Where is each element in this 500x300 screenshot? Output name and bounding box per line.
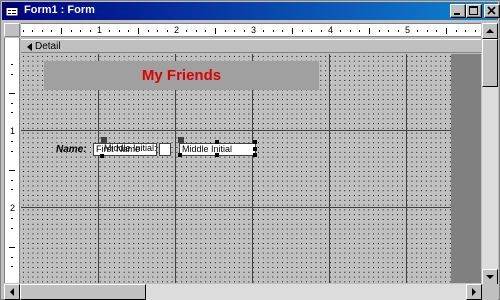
vertical-scrollbar[interactable] bbox=[482, 23, 498, 285]
maximize-icon bbox=[469, 6, 478, 15]
heading-text: My Friends bbox=[141, 67, 222, 84]
move-handle[interactable] bbox=[101, 137, 107, 143]
grid-line bbox=[406, 54, 407, 283]
ruler-number: 5 bbox=[405, 25, 411, 35]
ruler-ticks bbox=[9, 64, 15, 267]
grid-line bbox=[21, 207, 451, 208]
arrow-down-icon bbox=[486, 275, 494, 279]
grid-line bbox=[21, 130, 451, 131]
small-textbox[interactable] bbox=[159, 143, 171, 156]
horizontal-scrollbar[interactable] bbox=[4, 284, 482, 300]
minimize-icon bbox=[454, 13, 460, 15]
scroll-left-button[interactable] bbox=[4, 284, 20, 300]
resize-handle[interactable] bbox=[100, 154, 104, 158]
scroll-up-button[interactable] bbox=[482, 23, 498, 39]
scroll-down-button[interactable] bbox=[482, 269, 498, 285]
middle-initial-label-overlap[interactable]: Middle Initial: bbox=[102, 143, 157, 156]
vertical-scroll-thumb[interactable] bbox=[482, 39, 498, 87]
grid-line bbox=[329, 54, 330, 283]
title-bar[interactable]: Form1 : Form bbox=[2, 2, 500, 20]
maximize-button[interactable] bbox=[466, 4, 482, 18]
resize-handle[interactable] bbox=[253, 140, 257, 144]
form-design-window: Form1 : Form 1 2 3 4 5 1 2 Detail My Fri… bbox=[0, 0, 500, 300]
name-label[interactable]: Name: bbox=[56, 144, 87, 155]
ruler-number: 4 bbox=[328, 25, 334, 35]
horizontal-ruler[interactable]: 1 2 3 4 5 bbox=[21, 23, 481, 37]
resize-handle[interactable] bbox=[253, 153, 257, 157]
size-grip[interactable] bbox=[482, 284, 498, 300]
ruler-number: 2 bbox=[174, 25, 180, 35]
arrow-up-icon bbox=[486, 29, 494, 33]
resize-handle[interactable] bbox=[178, 153, 182, 157]
detail-section-header[interactable]: Detail bbox=[21, 39, 481, 53]
window-title: Form1 : Form bbox=[24, 4, 95, 16]
form-outside-area bbox=[451, 54, 481, 283]
section-label: Detail bbox=[35, 41, 61, 52]
horizontal-scroll-thumb[interactable] bbox=[20, 284, 146, 300]
minimize-button[interactable] bbox=[450, 4, 466, 18]
ruler-number: 1 bbox=[97, 25, 103, 35]
vertical-ruler[interactable]: 1 2 bbox=[4, 38, 20, 283]
close-button[interactable] bbox=[484, 4, 500, 18]
move-handle[interactable] bbox=[178, 137, 184, 143]
resize-handle[interactable] bbox=[253, 147, 257, 151]
resize-handle[interactable] bbox=[215, 140, 219, 144]
section-arrow-icon bbox=[27, 43, 32, 51]
close-icon bbox=[487, 6, 496, 15]
scroll-right-button[interactable] bbox=[466, 284, 482, 300]
ruler-number: 2 bbox=[10, 203, 16, 213]
form-icon[interactable] bbox=[5, 4, 19, 18]
ruler-number: 3 bbox=[251, 25, 257, 35]
resize-handle[interactable] bbox=[215, 153, 219, 157]
middle-initial-label-text: Middle Initial: bbox=[104, 143, 157, 153]
middle-initial-text: Middle Initial bbox=[182, 144, 233, 154]
form-selector[interactable] bbox=[4, 23, 20, 37]
arrow-right-icon bbox=[472, 288, 476, 296]
heading-label-control[interactable]: My Friends bbox=[44, 61, 319, 90]
arrow-left-icon bbox=[10, 288, 14, 296]
ruler-number: 1 bbox=[10, 126, 16, 136]
